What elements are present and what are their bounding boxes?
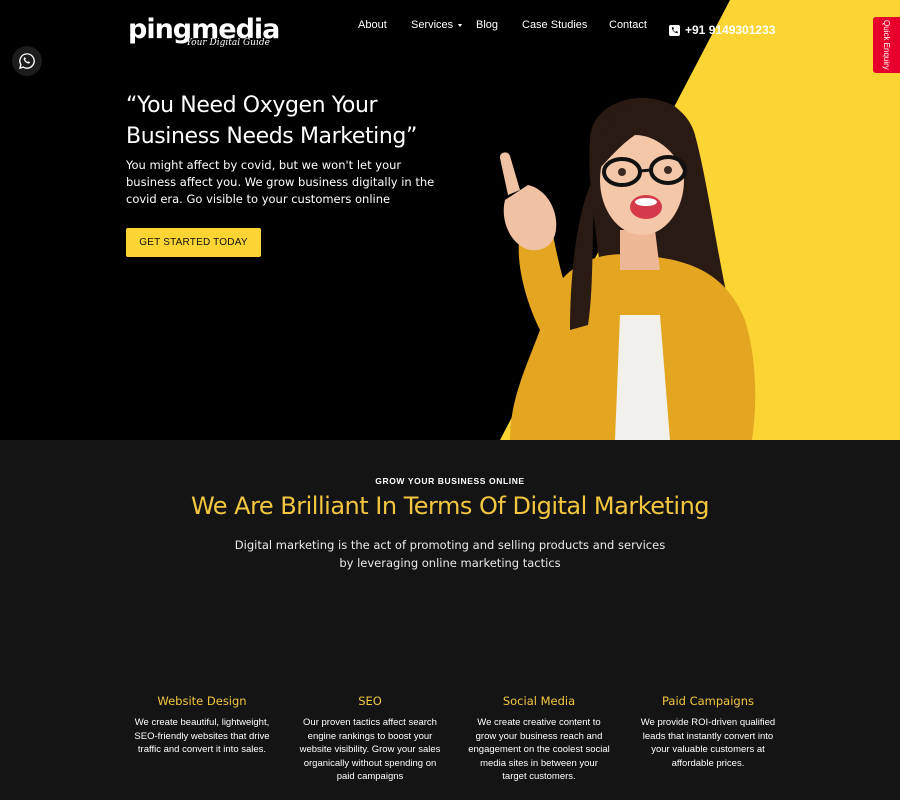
quick-enquiry-tab[interactable]: Quick Enquiry [873,17,900,73]
get-started-button[interactable]: GET STARTED TODAY [126,228,261,257]
phone-icon [669,24,680,36]
section-eyebrow: GROW YOUR BUSINESS ONLINE [375,476,525,486]
whatsapp-button[interactable] [12,46,42,76]
phone-link[interactable]: +91 9149301233 [669,23,775,37]
service-website-design[interactable]: Website Design We create beautiful, ligh… [117,694,287,757]
service-title: SEO [358,694,382,708]
hero-section: pingmedia Your Digital Guide About Servi… [0,0,900,440]
hero-title: “You Need Oxygen Your Business Needs Mar… [126,93,417,149]
hero-woman-image [499,97,756,440]
nav-about[interactable]: About [358,19,387,31]
service-seo[interactable]: SEO Our proven tactics affect search eng… [285,694,455,784]
nav-blog[interactable]: Blog [476,19,498,31]
service-paid-campaigns[interactable]: Paid Campaigns We provide ROI-driven qua… [623,694,793,770]
section-description: Digital marketing is the act of promotin… [234,538,666,570]
service-social-media[interactable]: Social Media We create creative content … [454,694,624,784]
nav-services[interactable]: Services [411,19,463,31]
hero-description: You might affect by covid, but we won't … [126,158,435,206]
nav-case-studies[interactable]: Case Studies [522,19,587,31]
services-grid: Website Design We create beautiful, ligh… [117,694,797,800]
quick-enquiry-label: Quick Enquiry [882,20,891,70]
brand-logo[interactable]: pingmedia Your Digital Guide [128,14,280,52]
service-text: Our proven tactics affect search engine … [299,717,441,782]
brand-tagline: Your Digital Guide [186,38,270,48]
section-title: We Are Brilliant In Terms Of Digital Mar… [190,492,710,520]
service-title: Social Media [502,694,576,708]
service-title: Website Design [157,694,247,708]
chevron-down-icon [458,23,463,27]
service-text: We create creative content to grow your … [468,717,610,782]
service-text: We provide ROI-driven qualified leads th… [640,717,776,769]
phone-number: +91 9149301233 [685,23,776,37]
service-title: Paid Campaigns [661,694,755,708]
nav-services-label: Services [411,19,454,31]
service-text: We create beautiful, lightweight, SEO-fr… [134,717,270,755]
nav-contact[interactable]: Contact [609,19,647,31]
whatsapp-icon [19,53,35,69]
